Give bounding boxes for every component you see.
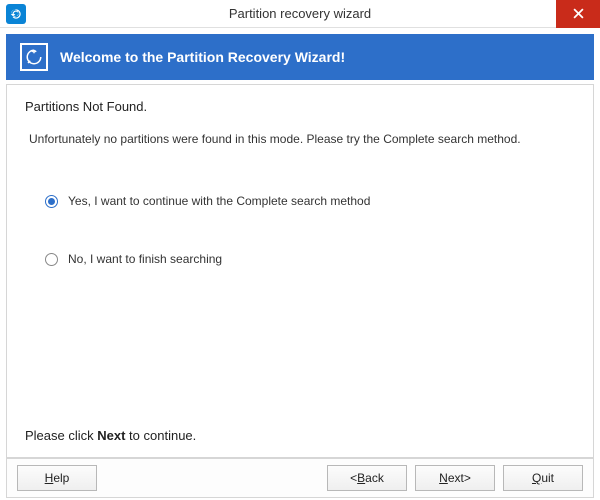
titlebar: Partition recovery wizard — [0, 0, 600, 28]
instruction-text: Please click Next to continue. — [25, 428, 196, 443]
help-button[interactable]: HHelpelp — [17, 465, 97, 491]
app-icon — [6, 4, 26, 24]
option-continue-complete-search[interactable]: Yes, I want to continue with the Complet… — [45, 194, 575, 208]
radio-label: Yes, I want to continue with the Complet… — [68, 194, 370, 208]
wizard-icon — [20, 43, 48, 71]
wizard-content: Partitions Not Found. Unfortunately no p… — [6, 84, 594, 458]
radio-icon — [45, 253, 58, 266]
close-button[interactable] — [556, 0, 600, 28]
wizard-title: Welcome to the Partition Recovery Wizard… — [60, 49, 345, 65]
option-finish-searching[interactable]: No, I want to finish searching — [45, 252, 575, 266]
next-button[interactable]: Next>Next — [415, 465, 495, 491]
radio-label: No, I want to finish searching — [68, 252, 222, 266]
back-button[interactable]: <BackBack — [327, 465, 407, 491]
radio-icon — [45, 195, 58, 208]
content-heading: Partitions Not Found. — [25, 99, 575, 114]
close-icon — [573, 8, 584, 19]
quit-button[interactable]: QuitQuit — [503, 465, 583, 491]
content-subtext: Unfortunately no partitions were found i… — [29, 132, 575, 146]
window-title: Partition recovery wizard — [229, 6, 371, 21]
wizard-banner: Welcome to the Partition Recovery Wizard… — [6, 34, 594, 80]
wizard-footer: HHelpelp <BackBack Next>Next QuitQuit — [6, 458, 594, 498]
